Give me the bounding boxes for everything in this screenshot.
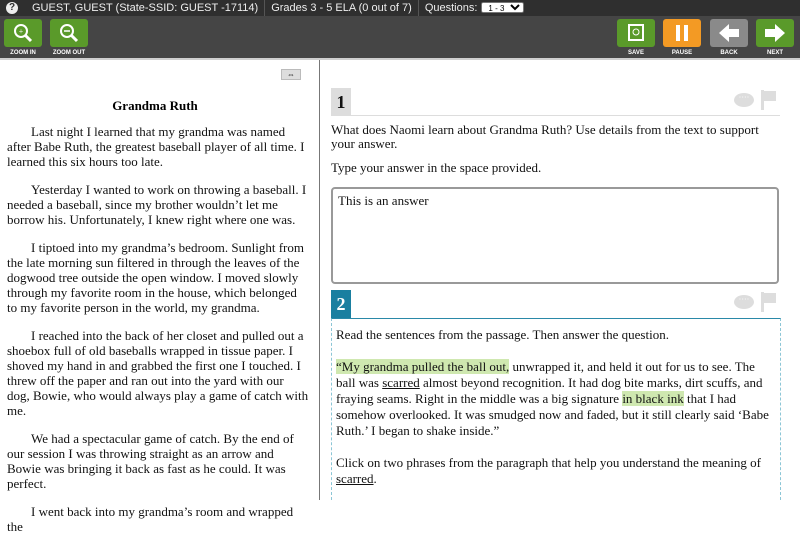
prompt-end: . (373, 471, 377, 486)
selected-phrase[interactable]: in black ink (622, 391, 684, 406)
passage-paragraph: I tiptoed into my grandma’s bedroom. Sun… (7, 240, 304, 315)
next-button[interactable]: NEXT (756, 19, 794, 56)
comment-icon[interactable]: ···· (734, 295, 754, 309)
selected-phrase[interactable]: “My grandma pulled the ball out, (336, 359, 510, 374)
questions-nav: Questions: 1 - 3 (419, 0, 531, 16)
expand-panel-icon[interactable]: ⇔ (281, 69, 301, 80)
back-button[interactable]: BACK (710, 19, 748, 56)
questions-panel: 1 ···· What does Naomi learn about Grand… (321, 60, 800, 500)
prompt-text: Click on two phrases from the paragraph … (336, 455, 761, 470)
question-2-body: Read the sentences from the passage. The… (331, 318, 781, 500)
comment-icon[interactable]: ···· (734, 93, 754, 107)
passage-paragraph: I went back into my grandma’s room and w… (7, 504, 294, 534)
questions-select[interactable]: 1 - 3 (481, 2, 525, 13)
hot-text-paragraph: “My grandma pulled the ball out, unwrapp… (336, 359, 776, 439)
pause-button[interactable]: PAUSE (663, 19, 701, 56)
target-word: scarred (336, 471, 374, 486)
help-icon[interactable]: ? (6, 2, 18, 14)
zoom-out-icon (60, 24, 79, 43)
question-number: 2 (331, 290, 351, 318)
answer-textarea[interactable]: This is an answer (331, 187, 779, 284)
zoom-out-button[interactable]: ZOOM OUT (50, 19, 88, 56)
questions-label: Questions: (424, 2, 478, 14)
passage-paragraph: Yesterday I wanted to work on throwing a… (7, 182, 307, 227)
user-info: GUEST, GUEST (State-SSID: GUEST -17114) (26, 0, 266, 16)
zoom-in-icon: + (14, 24, 33, 43)
question-2-intro: Read the sentences from the passage. The… (336, 327, 669, 342)
toolbar: + ZOOM IN ZOOM OUT SAVE PAUSE BACK NEXT (0, 16, 800, 60)
question-2-prompt: Click on two phrases from the paragraph … (336, 455, 776, 487)
passage-paragraph: I reached into the back of her closet an… (7, 328, 309, 418)
arrow-right-icon (765, 24, 785, 42)
question-1-instruction: Type your answer in the space provided. (331, 160, 542, 175)
question-2-header: 2 ···· (331, 290, 780, 318)
flag-icon[interactable] (760, 90, 776, 110)
passage-text: Last night I learned that my grandma was… (7, 124, 309, 534)
passage-panel: ⇔ Grandma Ruth Last night I learned that… (0, 60, 320, 534)
phrase[interactable]: scarred (382, 375, 420, 390)
passage-paragraph: We had a spectacular game of catch. By t… (7, 431, 294, 491)
question-1-header: 1 ···· (331, 88, 780, 116)
question-number: 1 (331, 88, 351, 116)
question-1-prompt: What does Naomi learn about Grandma Ruth… (331, 122, 759, 151)
safe-icon (628, 24, 644, 41)
save-button[interactable]: SAVE (617, 19, 655, 56)
svg-text:+: + (19, 27, 24, 36)
test-info: Grades 3 - 5 ELA (0 out of 7) (265, 0, 419, 16)
passage-paragraph: Last night I learned that my grandma was… (7, 124, 305, 169)
pause-icon (676, 25, 688, 41)
zoom-in-button[interactable]: + ZOOM IN (4, 19, 42, 56)
top-bar: ? GUEST, GUEST (State-SSID: GUEST -17114… (0, 0, 800, 16)
passage-title: Grandma Ruth (112, 98, 198, 113)
flag-icon[interactable] (760, 292, 776, 312)
arrow-left-icon (719, 24, 739, 42)
